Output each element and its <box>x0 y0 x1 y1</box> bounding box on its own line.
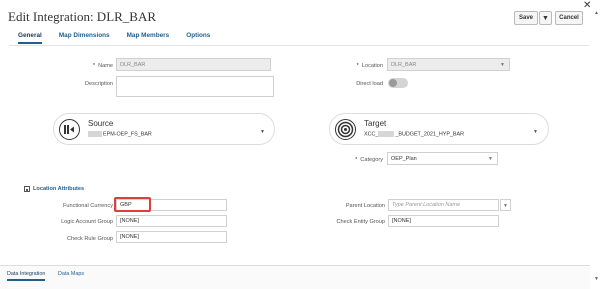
parent-location-input[interactable]: Type Parent Location Name <box>388 199 499 211</box>
page-title: Edit Integration: DLR_BAR <box>8 9 157 24</box>
save-options-button[interactable]: ▼ <box>539 11 552 25</box>
functional-currency-label: Functional Currency <box>62 203 113 209</box>
scroll-up-icon[interactable]: ▲ <box>594 10 599 16</box>
tab-general[interactable]: General <box>18 32 42 44</box>
name-label: * Name <box>60 63 113 69</box>
chevron-down-icon: ▼ <box>500 62 505 68</box>
required-marker: * <box>92 63 96 69</box>
check-rule-group-field[interactable]: [NONE] <box>116 231 227 243</box>
chevron-down-icon[interactable]: ▼ <box>260 129 265 135</box>
location-attributes-title: Location Attributes <box>33 186 85 192</box>
location-attributes-heading[interactable]: Location Attributes <box>24 186 84 192</box>
chevron-down-icon: ▼ <box>503 203 508 209</box>
check-entity-group-field[interactable]: [NONE] <box>388 215 499 227</box>
direct-load-label: Direct load <box>356 81 383 87</box>
scroll-down-icon[interactable]: ▼ <box>594 276 599 282</box>
direct-load-toggle[interactable] <box>388 78 408 88</box>
description-label: Description <box>85 81 113 87</box>
check-rule-group-label: Check Rule Group <box>66 236 113 242</box>
target-title: Target <box>364 119 387 128</box>
scrollbar[interactable]: ▲ ▼ <box>594 10 600 282</box>
parent-location-label: Parent Location <box>345 203 385 209</box>
source-value: EPM-OEP_FS_BAR <box>88 131 152 137</box>
source-icon <box>59 119 80 140</box>
logic-account-group-field[interactable]: [NONE] <box>116 215 227 227</box>
tab-map-dimensions[interactable]: Map Dimensions <box>59 32 110 44</box>
target-value: XCC_ _BUDGET_2021_HYP_BAR <box>364 131 465 138</box>
location-label-text: Location <box>361 63 383 69</box>
required-marker: * <box>356 63 359 69</box>
required-marker: * <box>355 157 358 163</box>
parent-location-dropdown[interactable]: ▼ <box>500 199 511 211</box>
footer-tab-data-integration[interactable]: Data Integration <box>7 271 46 281</box>
source-card[interactable]: Source EPM-OEP_FS_BAR ▼ <box>53 113 275 145</box>
category-value: OEP_Plan <box>391 155 417 162</box>
cancel-button[interactable]: Cancel <box>555 11 583 25</box>
footer-tab-data-maps[interactable]: Data Maps <box>58 271 84 277</box>
name-field[interactable]: DLR_BAR <box>116 58 271 71</box>
category-label-text: Category <box>360 157 383 163</box>
close-icon[interactable]: ✕ <box>583 1 591 11</box>
location-value: DLR_BAR <box>391 61 417 68</box>
target-card[interactable]: Target XCC_ _BUDGET_2021_HYP_BAR ▼ <box>329 113 549 145</box>
target-icon <box>335 119 356 140</box>
logic-account-group-label: Logic Account Group <box>61 219 113 225</box>
name-label-text: Name <box>98 63 113 69</box>
category-select[interactable]: OEP_Plan ▼ <box>387 152 498 165</box>
category-label: * Category <box>330 157 383 163</box>
chevron-down-icon[interactable]: ▼ <box>533 129 538 135</box>
collapse-icon <box>24 186 30 192</box>
location-label: * Location <box>330 63 383 69</box>
footer-tab-bar: Data Integration Data Maps <box>0 265 590 289</box>
description-field[interactable] <box>116 76 274 97</box>
source-title: Source <box>88 119 114 128</box>
location-select[interactable]: DLR_BAR ▼ <box>387 58 510 71</box>
tab-map-members[interactable]: Map Members <box>127 32 170 44</box>
chevron-down-icon: ▼ <box>488 156 493 162</box>
save-button[interactable]: Save <box>514 11 538 25</box>
tab-bar: General Map Dimensions Map Members Optio… <box>18 32 227 44</box>
highlight-box <box>114 197 151 212</box>
general-panel <box>9 45 589 263</box>
tab-options[interactable]: Options <box>186 32 210 44</box>
check-entity-group-label: Check Entity Group <box>336 219 385 225</box>
